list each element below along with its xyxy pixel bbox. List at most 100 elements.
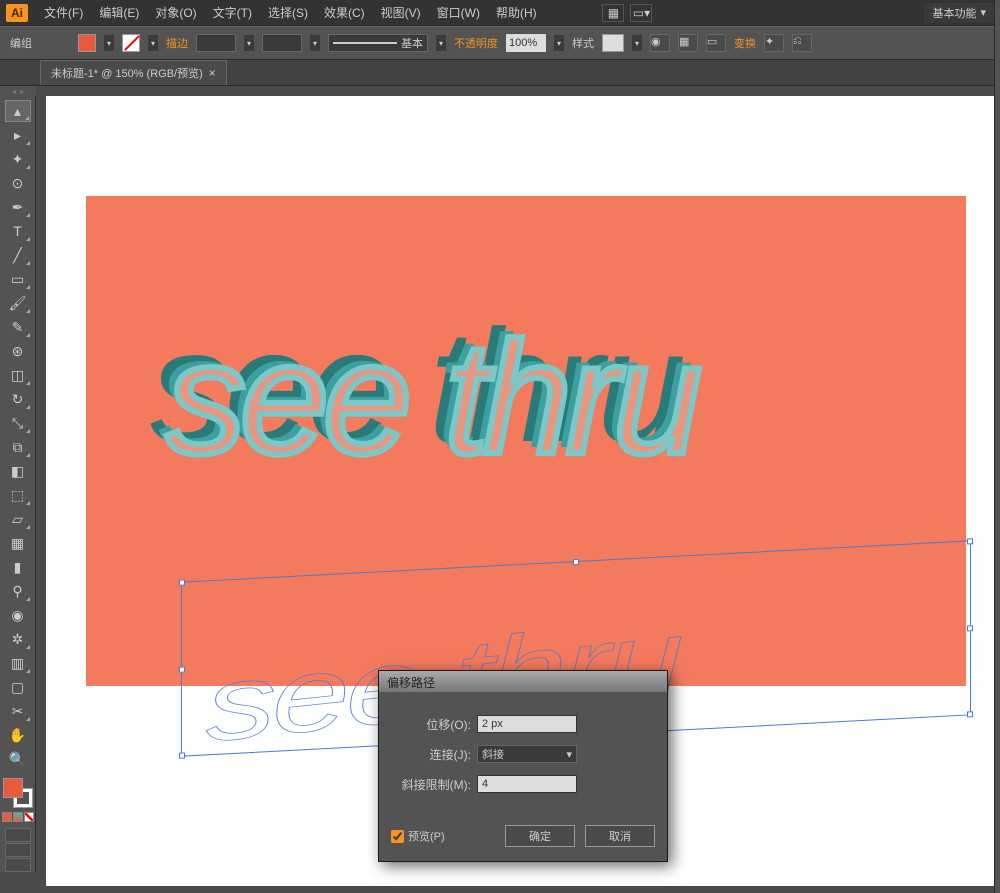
app-logo: Ai	[6, 4, 28, 22]
handle-top-left[interactable]	[179, 579, 185, 585]
join-select[interactable]: 斜接 ▾	[477, 745, 577, 763]
graphic-style-swatch[interactable]	[602, 34, 624, 52]
style-dropdown[interactable]: ▾	[632, 35, 642, 51]
screen-mode-group	[5, 828, 31, 872]
miter-input[interactable]	[477, 775, 577, 793]
graph-tool[interactable]: ▥	[5, 652, 31, 674]
dialog-title-bar[interactable]: 偏移路径	[379, 671, 667, 693]
pen-tool[interactable]: ✒	[5, 196, 31, 218]
menu-view[interactable]: 视图(V)	[373, 4, 429, 21]
perspective-tool[interactable]: ▱	[5, 508, 31, 530]
join-value: 斜接	[482, 746, 504, 762]
blob-brush-tool[interactable]: ⊛	[5, 340, 31, 362]
artboard-tool[interactable]: ▢	[5, 676, 31, 698]
fill-dropdown[interactable]: ▾	[104, 35, 114, 51]
transform-link[interactable]: 变换	[734, 35, 756, 51]
offset-input[interactable]	[477, 715, 577, 733]
paintbrush-tool[interactable]: 🖌	[5, 292, 31, 314]
cancel-button[interactable]: 取消	[585, 825, 655, 847]
mesh-tool[interactable]: ▦	[5, 532, 31, 554]
gradient-tool[interactable]: ▮	[5, 556, 31, 578]
zoom-tool[interactable]: 🔍	[5, 748, 31, 770]
variable-width-dropdown[interactable]: ▾	[310, 35, 320, 51]
color-mode-solid[interactable]	[2, 812, 12, 822]
ungroup-icon[interactable]: ⎌	[792, 34, 812, 52]
menu-type[interactable]: 文字(T)	[205, 4, 260, 21]
stroke-weight-field[interactable]	[196, 34, 236, 52]
miter-label: 斜接限制(M):	[395, 776, 477, 793]
fill-stroke-indicator[interactable]	[3, 778, 33, 808]
lasso-tool[interactable]: ⊙	[5, 172, 31, 194]
direct-selection-tool[interactable]: ▸	[5, 124, 31, 146]
menu-window[interactable]: 窗口(W)	[429, 4, 488, 21]
document-tab-title: 未标题-1* @ 150% (RGB/预览)	[51, 65, 203, 81]
magic-wand-tool[interactable]: ✦	[5, 148, 31, 170]
stroke-dropdown[interactable]: ▾	[148, 35, 158, 51]
preview-checkbox-input[interactable]	[391, 830, 404, 843]
tab-close-icon[interactable]: ×	[209, 66, 216, 80]
align-icon[interactable]: ▦	[678, 34, 698, 52]
menu-effect[interactable]: 效果(C)	[316, 4, 373, 21]
menu-help[interactable]: 帮助(H)	[488, 4, 545, 21]
recolor-icon[interactable]: ◉	[650, 34, 670, 52]
pencil-tool[interactable]: ✎	[5, 316, 31, 338]
arrange-icon[interactable]: ▭▾	[630, 4, 652, 22]
type-tool[interactable]: T	[5, 220, 31, 242]
color-mode-none[interactable]	[24, 812, 34, 822]
eraser-tool[interactable]: ◫	[5, 364, 31, 386]
eyedropper-tool[interactable]: ⚲	[5, 580, 31, 602]
isolate-icon[interactable]: ✦	[764, 34, 784, 52]
menu-object[interactable]: 对象(O)	[147, 4, 204, 21]
chevron-down-icon: ▾	[566, 748, 572, 761]
line-tool[interactable]: ╱	[5, 244, 31, 266]
brush-dropdown[interactable]: ▾	[436, 35, 446, 51]
menu-file[interactable]: 文件(F)	[36, 4, 91, 21]
brush-definition[interactable]: 基本	[328, 34, 428, 52]
fill-indicator[interactable]	[3, 778, 23, 798]
width-tool[interactable]: ⧉	[5, 436, 31, 458]
fill-color-swatch[interactable]	[78, 34, 96, 52]
blend-tool[interactable]: ◉	[5, 604, 31, 626]
free-transform-tool[interactable]: ◧	[5, 460, 31, 482]
preview-checkbox[interactable]: 预览(P)	[391, 828, 445, 844]
handle-top-right[interactable]	[967, 538, 973, 544]
selection-mode-label: 编组	[10, 35, 32, 51]
screen-mode[interactable]	[5, 858, 31, 872]
toolbox-collapse[interactable]: « »	[0, 86, 36, 96]
selection-tool[interactable]: ▴	[5, 100, 31, 122]
hand-tool[interactable]: ✋	[5, 724, 31, 746]
rotate-tool[interactable]: ↻	[5, 388, 31, 410]
color-mode-gradient[interactable]	[13, 812, 23, 822]
draw-mode-normal[interactable]	[5, 828, 31, 842]
text-layer-front: see thru	[166, 306, 696, 490]
draw-mode-behind[interactable]	[5, 843, 31, 857]
rectangle-tool[interactable]: ▭	[5, 268, 31, 290]
slice-tool[interactable]: ✂	[5, 700, 31, 722]
document-tab[interactable]: 未标题-1* @ 150% (RGB/预览) ×	[40, 60, 227, 85]
ok-button[interactable]: 确定	[505, 825, 575, 847]
handle-mid-left[interactable]	[179, 666, 185, 672]
symbol-sprayer-tool[interactable]: ✲	[5, 628, 31, 650]
handle-mid-right[interactable]	[967, 625, 973, 631]
variable-width-field[interactable]	[262, 34, 302, 52]
stroke-weight-dropdown[interactable]: ▾	[244, 35, 254, 51]
handle-bottom-right[interactable]	[967, 711, 973, 717]
opacity-link[interactable]: 不透明度	[454, 35, 498, 51]
handle-bottom-left[interactable]	[179, 752, 185, 758]
layout-icon[interactable]: ▦	[602, 4, 624, 22]
shape-icon[interactable]: ▭	[706, 34, 726, 52]
stroke-link[interactable]: 描边	[166, 35, 188, 51]
workspace-switcher[interactable]: 基本功能 ▾	[924, 3, 994, 23]
workspace-label: 基本功能	[932, 5, 976, 21]
stroke-color-swatch[interactable]	[122, 34, 140, 52]
scale-tool[interactable]: ⤡	[5, 412, 31, 434]
opacity-dropdown[interactable]: ▾	[554, 35, 564, 51]
menu-select[interactable]: 选择(S)	[260, 4, 316, 21]
handle-top-mid[interactable]	[573, 559, 579, 565]
opacity-field[interactable]: 100%	[506, 34, 546, 52]
chevron-down-icon: ▾	[980, 6, 986, 19]
right-panel-dock[interactable]	[994, 0, 1000, 893]
offset-path-dialog: 偏移路径 位移(O): 连接(J): 斜接 ▾ 斜接限制(M): 预览(P) 确…	[378, 670, 668, 862]
shape-builder-tool[interactable]: ⬚	[5, 484, 31, 506]
menu-edit[interactable]: 编辑(E)	[91, 4, 147, 21]
